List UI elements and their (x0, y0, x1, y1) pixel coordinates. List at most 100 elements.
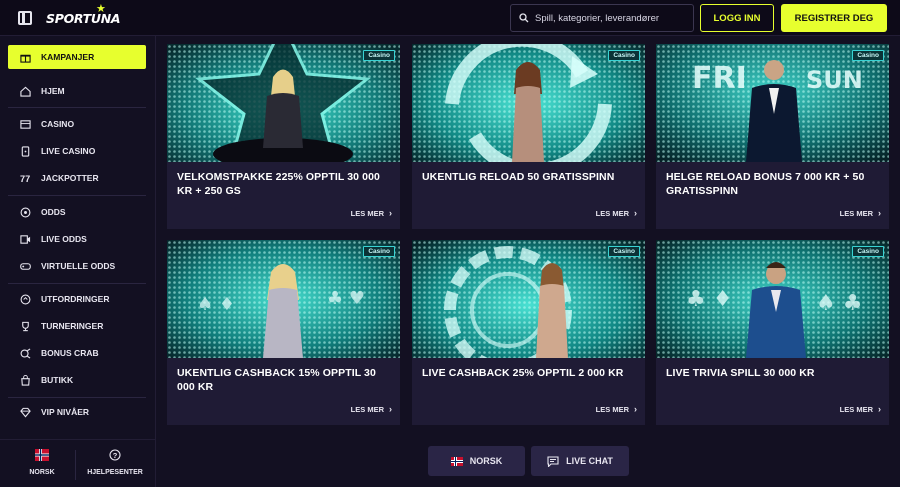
gamepad-icon (20, 262, 31, 270)
search-box[interactable] (510, 4, 694, 32)
read-more-label: LES MER (350, 208, 384, 218)
promo-title: UKENTLIG RELOAD 50 GRATISSPINN (422, 171, 615, 183)
sidebar-item-label: UTFORDRINGER (41, 294, 110, 304)
top-bar: SPORTUNA ★ LOGG INN REGISTRER DEG (0, 0, 900, 36)
chat-icon (547, 455, 559, 467)
sidebar-item-label: LIVE ODDS (41, 234, 87, 244)
promo-card[interactable]: ♣ ♦ ♠ ♣ Casino LIVE TRIVIA SPILL 30 000 … (656, 240, 889, 425)
crab-icon (20, 347, 31, 359)
sidebar-item-live-casino[interactable]: LIVE CASINO (8, 139, 146, 163)
sidebar-item-label: BONUS CRAB (41, 348, 99, 358)
promo-image: ♠ ♦ ♣ ♥ Casino (167, 240, 400, 358)
sidebar-item-label: CASINO (41, 119, 75, 129)
category-badge: Casino (608, 246, 640, 257)
norway-flag-icon (35, 449, 49, 461)
divider (8, 107, 146, 108)
chevron-right-icon: › (634, 208, 637, 218)
sidebar-item-label: HJEM (41, 86, 65, 96)
divider (8, 397, 146, 398)
sidebar-item-hjem[interactable]: HJEM (8, 79, 146, 103)
live-casino-icon (21, 145, 30, 157)
search-icon (519, 13, 529, 23)
category-badge: Casino (852, 50, 884, 61)
sidebar-item-label: KAMPANJER (41, 52, 95, 62)
promo-title: UKENTLIG CASHBACK 15% OPPTIL 30 000 KR (177, 367, 376, 393)
help-label: HJELPESENTER (87, 469, 143, 476)
sidebar-item-odds[interactable]: ODDS (8, 200, 146, 224)
sidebar-item-jackpotter[interactable]: 77 JACKPOTTER (8, 166, 146, 190)
sidebar-item-virtuelle-odds[interactable]: VIRTUELLE ODDS (8, 254, 146, 278)
divider (8, 195, 146, 196)
category-badge: Casino (852, 246, 884, 257)
live-chat-label: LIVE CHAT (566, 456, 613, 466)
svg-text:♣ ♦: ♣ ♦ (686, 287, 732, 312)
ball-icon (20, 207, 31, 217)
live-odds-icon (20, 234, 31, 244)
promo-card[interactable]: ♠ ♦ ♣ ♥ Casino UKENTLIG CASHBACK 15% OPP… (167, 240, 400, 425)
promo-card[interactable]: FRI SUN Casino HELGE RELOAD BONUS 7 000 … (656, 44, 889, 229)
promo-card[interactable]: Casino UKENTLIG RELOAD 50 GRATISSPINN LE… (412, 44, 645, 229)
promo-image: Casino (412, 44, 645, 162)
sidebar-item-turneringer[interactable]: TURNERINGER (8, 314, 146, 338)
promo-image: FRI SUN Casino (656, 44, 889, 162)
home-icon (20, 86, 31, 97)
language-button-label: NORSK (469, 456, 503, 466)
sidebar-footer: NORSK ? HJELPESENTER (0, 439, 156, 487)
trophy-icon (22, 321, 29, 331)
logo[interactable]: SPORTUNA ★ (46, 3, 121, 32)
shop-icon (21, 374, 30, 386)
svg-text:77: 77 (20, 174, 30, 184)
promo-card[interactable]: Casino VELKOMSTPAKKE 225% OPPTIL 30 000 … (167, 44, 400, 229)
sidebar-item-bonus-crab[interactable]: BONUS CRAB (8, 341, 146, 365)
language-button[interactable]: NORSK (428, 446, 525, 476)
svg-text:♠ ♦: ♠ ♦ (197, 294, 235, 315)
help-icon: ? (109, 449, 121, 461)
sidebar-item-label: JACKPOTTER (41, 173, 99, 183)
svg-text:FRI: FRI (692, 61, 747, 96)
sidebar-item-butikk[interactable]: BUTIKK (8, 368, 146, 392)
sidebar-item-live-odds[interactable]: LIVE ODDS (8, 227, 146, 251)
svg-text:♣ ♥: ♣ ♥ (327, 288, 365, 309)
diamond-icon (20, 407, 31, 417)
read-more-label: LES MER (839, 404, 873, 414)
language-label: NORSK (29, 469, 55, 476)
sidebar-item-label: ODDS (41, 207, 66, 217)
sidebar-item-label: VIRTUELLE ODDS (41, 261, 116, 271)
read-more-label: LES MER (595, 404, 629, 414)
challenge-icon (20, 294, 31, 304)
read-more-link[interactable]: LES MER › (840, 208, 881, 218)
language-selector[interactable]: NORSK (20, 448, 64, 476)
live-chat-button[interactable]: LIVE CHAT (531, 446, 629, 476)
sidebar-item-kampanjer[interactable]: KAMPANJER (8, 45, 146, 69)
logo-text: SPORTUNA (46, 11, 121, 26)
chevron-right-icon: › (389, 208, 392, 218)
promo-image: Casino (412, 240, 645, 358)
read-more-link[interactable]: LES MER › (351, 404, 392, 414)
gift-icon (20, 54, 31, 63)
read-more-link[interactable]: LES MER › (596, 404, 637, 414)
search-input[interactable] (535, 5, 691, 31)
sidebar: KAMPANJER HJEM CASINO LIVE CASINO 77 JAC… (0, 36, 156, 487)
sidebar-item-utfordringer[interactable]: UTFORDRINGER (8, 287, 146, 311)
sidebar-item-vip-nivaer[interactable]: VIP NIVÅER (8, 400, 146, 424)
chevron-right-icon: › (634, 404, 637, 414)
sidebar-toggle-icon[interactable] (18, 11, 32, 25)
read-more-link[interactable]: LES MER › (840, 404, 881, 414)
logo-star-icon: ★ (96, 3, 106, 15)
divider (75, 450, 76, 480)
promo-image: ♣ ♦ ♠ ♣ Casino (656, 240, 889, 358)
promo-title: LIVE TRIVIA SPILL 30 000 KR (666, 367, 815, 379)
chevron-right-icon: › (878, 404, 881, 414)
read-more-link[interactable]: LES MER › (596, 208, 637, 218)
login-button[interactable]: LOGG INN (700, 4, 774, 32)
promo-title: HELGE RELOAD BONUS 7 000 KR + 50 GRATISS… (666, 171, 865, 197)
register-button[interactable]: REGISTRER DEG (781, 4, 887, 32)
help-center-link[interactable]: ? HJELPESENTER (80, 448, 150, 476)
svg-text:SUN: SUN (806, 66, 863, 94)
jackpot-icon: 77 (20, 174, 30, 184)
sidebar-item-casino[interactable]: CASINO (8, 112, 146, 136)
promo-card[interactable]: Casino LIVE CASHBACK 25% OPPTIL 2 000 KR… (412, 240, 645, 425)
category-badge: Casino (363, 50, 395, 61)
divider (8, 283, 146, 284)
read-more-link[interactable]: LES MER › (351, 208, 392, 218)
